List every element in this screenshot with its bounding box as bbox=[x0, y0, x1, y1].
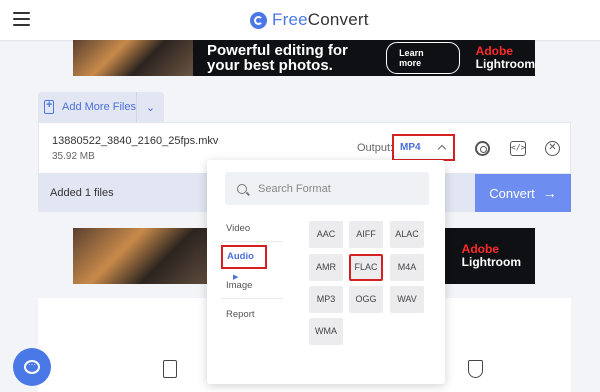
brand-name-free: Free bbox=[272, 10, 308, 29]
file-name: 13880522_3840_2160_25fps.mkv bbox=[52, 135, 219, 147]
category-report[interactable]: Report bbox=[221, 302, 283, 328]
category-audio[interactable]: Audio▶ bbox=[221, 245, 267, 281]
ad-brand: Adobe Lightroom bbox=[476, 45, 535, 71]
search-icon bbox=[237, 183, 247, 194]
code-icon[interactable]: </> bbox=[510, 141, 526, 156]
add-more-files-button[interactable]: Add More Files bbox=[38, 92, 136, 122]
format-search-box[interactable] bbox=[225, 172, 429, 205]
ad-brand: Adobe Lightroom bbox=[462, 243, 521, 269]
ad-photo bbox=[73, 228, 223, 284]
format-option[interactable]: WAV bbox=[390, 286, 424, 313]
category-video[interactable]: Video bbox=[221, 216, 283, 242]
added-files-count: Added 1 files bbox=[50, 187, 114, 199]
format-option[interactable]: ALAC bbox=[390, 221, 424, 248]
top-header: FreeConvert bbox=[0, 0, 600, 40]
chevron-down-icon: ⌄ bbox=[145, 101, 156, 114]
chat-icon: ··· bbox=[24, 360, 40, 374]
format-search-input[interactable] bbox=[258, 182, 418, 195]
close-icon[interactable]: ✕ bbox=[545, 141, 560, 156]
brand-logo[interactable]: FreeConvert bbox=[250, 9, 369, 31]
category-audio-label: Audio bbox=[227, 251, 254, 262]
format-option[interactable]: AAC bbox=[309, 221, 343, 248]
chat-button[interactable]: ··· bbox=[13, 348, 51, 386]
format-option[interactable]: WMA bbox=[309, 318, 343, 345]
format-dropdown: Video Audio▶ Image Report AAC AIFF ALAC … bbox=[207, 160, 445, 384]
top-ad-banner[interactable]: Powerful editing for your best photos. L… bbox=[73, 40, 535, 76]
ad-headline: Powerful editing for your best photos. bbox=[207, 42, 348, 74]
add-more-files-label: Add More Files bbox=[62, 101, 136, 113]
ad-brand-product: Lightroom bbox=[461, 255, 521, 269]
brand-name-convert: Convert bbox=[307, 10, 369, 29]
arrow-right-icon: → bbox=[542, 185, 557, 201]
output-label: Output: bbox=[357, 142, 394, 154]
format-option[interactable]: AMR bbox=[309, 254, 343, 281]
brand-name: FreeConvert bbox=[272, 10, 369, 30]
category-image[interactable]: Image bbox=[221, 273, 283, 299]
output-format-value: MP4 bbox=[400, 142, 421, 153]
format-option[interactable]: M4A bbox=[390, 254, 424, 281]
ad-brand-product: Lightroom bbox=[475, 57, 535, 71]
format-option[interactable]: MP3 bbox=[309, 286, 343, 313]
shield-icon bbox=[468, 360, 483, 378]
add-more-files-group: Add More Files ⌄ bbox=[38, 92, 164, 122]
format-option[interactable]: AIFF bbox=[349, 221, 383, 248]
convert-label: Convert bbox=[489, 185, 535, 201]
hamburger-icon[interactable] bbox=[13, 12, 30, 26]
freeconvert-logo-icon bbox=[250, 11, 267, 29]
format-option[interactable]: OGG bbox=[349, 286, 383, 313]
add-more-dropdown-button[interactable]: ⌄ bbox=[136, 92, 164, 122]
convert-button[interactable]: Convert → bbox=[475, 174, 571, 212]
ad-learn-more-button[interactable]: Learn more bbox=[386, 42, 460, 74]
ad-photo bbox=[73, 40, 193, 76]
document-icon bbox=[163, 360, 177, 378]
output-format-select[interactable]: MP4 bbox=[392, 134, 455, 161]
chevron-up-icon bbox=[437, 144, 446, 154]
file-plus-icon bbox=[44, 99, 55, 114]
file-size: 35.92 MB bbox=[52, 151, 95, 162]
format-option-selected[interactable]: FLAC bbox=[349, 254, 383, 281]
gear-icon[interactable] bbox=[475, 141, 490, 156]
